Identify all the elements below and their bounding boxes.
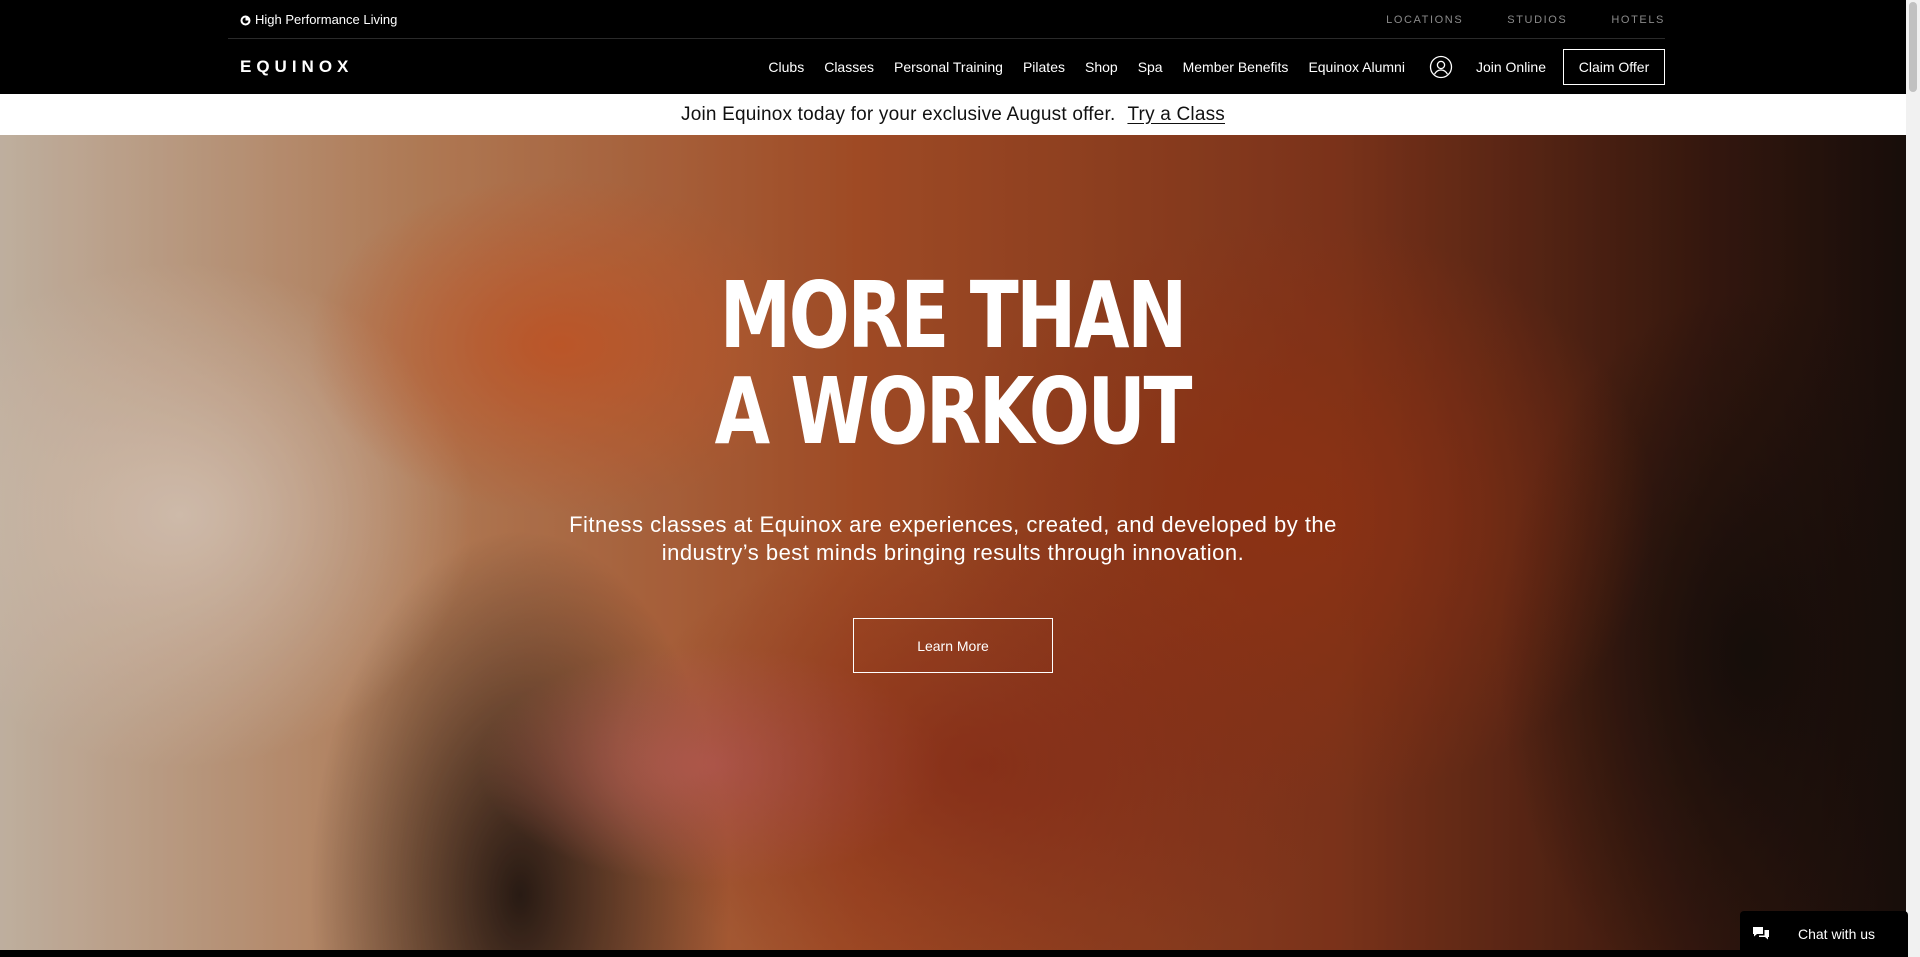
learn-more-button[interactable]: Learn More: [853, 618, 1053, 673]
nav-equinox-alumni[interactable]: Equinox Alumni: [1308, 59, 1405, 75]
hero-subtitle: Fitness classes at Equinox are experienc…: [569, 512, 1337, 565]
claim-offer-button[interactable]: Claim Offer: [1563, 48, 1665, 85]
nav-classes[interactable]: Classes: [824, 59, 874, 75]
studios-link[interactable]: STUDIOS: [1507, 14, 1567, 26]
nav-pilates[interactable]: Pilates: [1023, 59, 1065, 75]
chat-bubbles-icon: [1752, 926, 1770, 942]
nav-shop[interactable]: Shop: [1085, 59, 1118, 75]
equinox-logo[interactable]: EQUINOX: [240, 57, 353, 77]
hero-section: MORE THAN A WORKOUT Fitness classes at E…: [0, 135, 1906, 950]
nav-clubs[interactable]: Clubs: [768, 59, 804, 75]
hero-title-line-1: MORE THAN: [719, 262, 1188, 369]
hero-title: MORE THAN A WORKOUT: [209, 268, 1696, 460]
hero-title-line-2: A WORKOUT: [714, 358, 1193, 465]
utility-bar: High Performance Living LOCATIONS STUDIO…: [228, 0, 1665, 39]
tagline[interactable]: High Performance Living: [240, 12, 397, 27]
nav-spa[interactable]: Spa: [1138, 59, 1163, 75]
promo-bar: Join Equinox today for your exclusive Au…: [0, 94, 1906, 135]
try-a-class-link[interactable]: Try a Class: [1127, 104, 1225, 126]
page-scrollbar[interactable]: [1906, 0, 1920, 957]
nav-personal-training[interactable]: Personal Training: [894, 59, 1003, 75]
scrollbar-thumb[interactable]: [1909, 2, 1917, 92]
hotels-link[interactable]: HOTELS: [1611, 14, 1665, 26]
chat-label: Chat with us: [1798, 926, 1876, 942]
promo-text: Join Equinox today for your exclusive Au…: [681, 103, 1116, 125]
page: High Performance Living LOCATIONS STUDIO…: [0, 0, 1920, 957]
locations-link[interactable]: LOCATIONS: [1386, 14, 1463, 26]
user-circle-icon[interactable]: [1429, 55, 1453, 79]
nav-links: Clubs Classes Personal Training Pilates …: [768, 39, 1665, 94]
chat-button[interactable]: Chat with us: [1740, 911, 1908, 957]
nav-member-benefits[interactable]: Member Benefits: [1183, 59, 1289, 75]
main-nav: EQUINOX Clubs Classes Personal Training …: [228, 39, 1665, 94]
tagline-text: High Performance Living: [255, 11, 398, 27]
join-online-link[interactable]: Join Online: [1476, 59, 1546, 75]
equinox-mark-icon: [240, 14, 251, 25]
utility-links: LOCATIONS STUDIOS HOTELS: [1342, 0, 1665, 39]
